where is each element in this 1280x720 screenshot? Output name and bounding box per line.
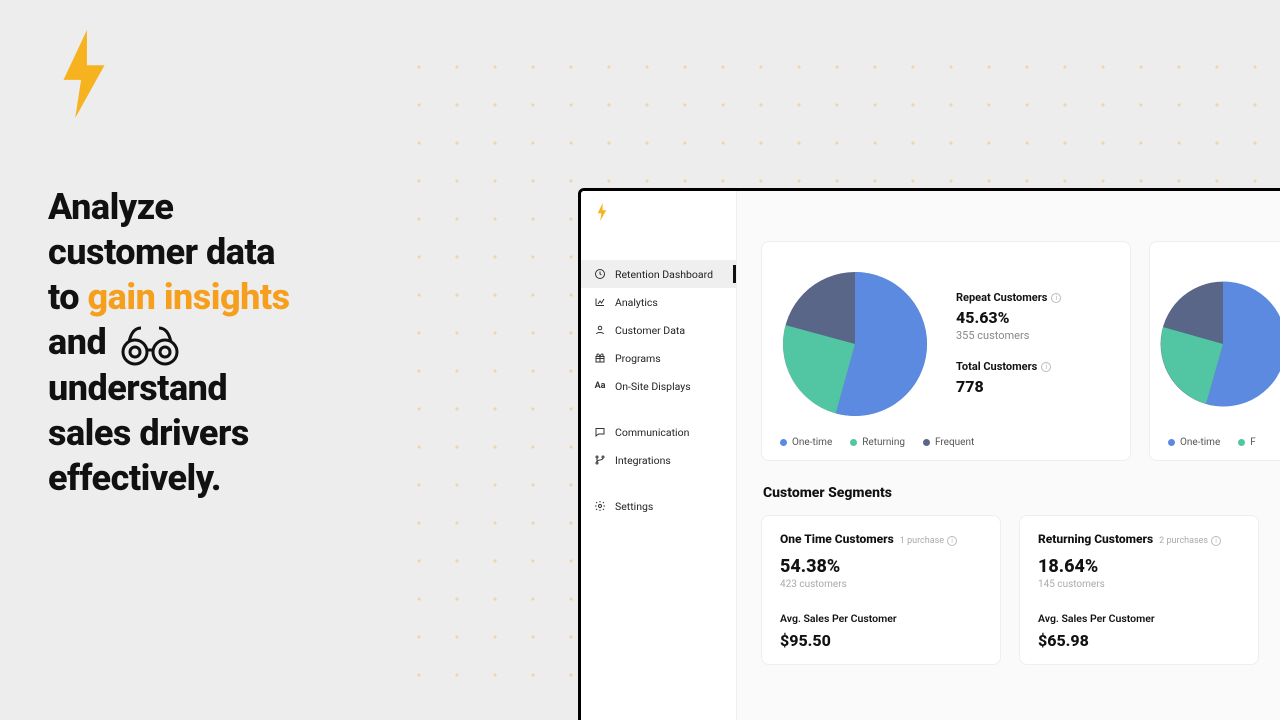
total-customers-value: 778 — [956, 377, 1061, 396]
segment-count: 423 customers — [780, 579, 982, 590]
headline-line: customer data — [48, 231, 275, 273]
secondary-pie-card: One-time F — [1149, 241, 1280, 461]
segment-metric-label: Avg. Sales Per Customer — [1038, 612, 1240, 625]
sidebar-item-communication[interactable]: Communication — [581, 418, 736, 446]
sidebar-item-label: Communication — [615, 426, 689, 439]
repeat-customers-pct: 45.63% — [956, 308, 1061, 327]
sidebar: Retention Dashboard Analytics Customer D… — [581, 191, 737, 720]
main-content: Repeat Customers i 45.63% 355 customers … — [737, 191, 1280, 720]
segment-metric-value: $95.50 — [780, 631, 982, 650]
headline-line: and — [48, 321, 115, 363]
segment-name: One Time Customers — [780, 532, 894, 546]
sidebar-item-integrations[interactable]: Integrations — [581, 446, 736, 474]
segment-card-returning: Returning Customers 2 purchases i 18.64%… — [1019, 515, 1259, 665]
sidebar-item-analytics[interactable]: Analytics — [581, 288, 736, 316]
repeat-customers-pie-chart — [780, 269, 930, 419]
sidebar-item-retention-dashboard[interactable]: Retention Dashboard — [581, 260, 736, 288]
sidebar-item-label: On-Site Displays — [615, 380, 691, 393]
sidebar-item-label: Integrations — [615, 454, 671, 467]
aa-icon: Aa — [593, 379, 607, 393]
legend-item-onetime: One-time — [1168, 437, 1220, 448]
chat-icon — [593, 425, 607, 439]
gift-icon — [593, 351, 607, 365]
segment-pct: 54.38% — [780, 556, 982, 577]
sidebar-item-label: Analytics — [615, 296, 658, 309]
secondary-pie-chart — [1158, 279, 1280, 409]
chart-icon — [593, 295, 607, 309]
info-icon[interactable]: i — [1051, 293, 1061, 303]
sidebar-item-label: Customer Data — [615, 324, 685, 337]
sidebar-item-label: Programs — [615, 352, 661, 365]
segment-hint: 1 purchase i — [900, 536, 957, 546]
binoculars-icon — [117, 322, 183, 366]
gear-icon — [593, 499, 607, 513]
pie-stats: Repeat Customers i 45.63% 355 customers … — [956, 291, 1061, 396]
repeat-customers-count: 355 customers — [956, 329, 1061, 342]
segment-metric-value: $65.98 — [1038, 631, 1240, 650]
legend-item-partial: F — [1238, 437, 1256, 448]
segment-metric-label: Avg. Sales Per Customer — [780, 612, 982, 625]
segment-count: 145 customers — [1038, 579, 1240, 590]
branch-icon — [593, 453, 607, 467]
segment-name: Returning Customers — [1038, 532, 1153, 546]
headline-line: understand — [48, 367, 227, 409]
legend-item-onetime: One-time — [780, 437, 832, 448]
sidebar-item-programs[interactable]: Programs — [581, 344, 736, 372]
headline-highlight: gain insights — [88, 276, 290, 318]
headline-line: sales drivers — [48, 412, 249, 454]
headline-line: Analyze — [48, 186, 173, 228]
sidebar-item-onsite-displays[interactable]: Aa On-Site Displays — [581, 372, 736, 400]
customer-segments-heading: Customer Segments — [763, 485, 1280, 501]
segment-hint: 2 purchases i — [1159, 536, 1221, 546]
repeat-customers-title: Repeat Customers — [956, 291, 1047, 304]
clock-icon — [593, 267, 607, 281]
app-window: Retention Dashboard Analytics Customer D… — [578, 188, 1280, 720]
legend-item-frequent: Frequent — [923, 437, 974, 448]
bolt-logo — [54, 30, 114, 118]
sidebar-item-label: Retention Dashboard — [615, 268, 713, 281]
info-icon[interactable]: i — [1041, 362, 1051, 372]
segment-card-onetime: One Time Customers 1 purchase i 54.38% 4… — [761, 515, 1001, 665]
bolt-logo-small — [595, 203, 609, 221]
info-icon[interactable]: i — [947, 536, 957, 546]
person-icon — [593, 323, 607, 337]
total-customers-title: Total Customers — [956, 360, 1037, 373]
headline-line: to — [48, 276, 88, 318]
legend-item-returning: Returning — [850, 437, 905, 448]
repeat-customers-card: Repeat Customers i 45.63% 355 customers … — [761, 241, 1131, 461]
sidebar-item-settings[interactable]: Settings — [581, 492, 736, 520]
sidebar-item-label: Settings — [615, 500, 653, 513]
marketing-headline: Analyze customer data to gain insights a… — [48, 185, 428, 501]
pie-legend-secondary: One-time F — [1168, 437, 1280, 448]
segment-pct: 18.64% — [1038, 556, 1240, 577]
headline-line: effectively. — [48, 457, 221, 499]
sidebar-item-customer-data[interactable]: Customer Data — [581, 316, 736, 344]
info-icon[interactable]: i — [1211, 536, 1221, 546]
pie-legend: One-time Returning Frequent — [780, 437, 1112, 448]
